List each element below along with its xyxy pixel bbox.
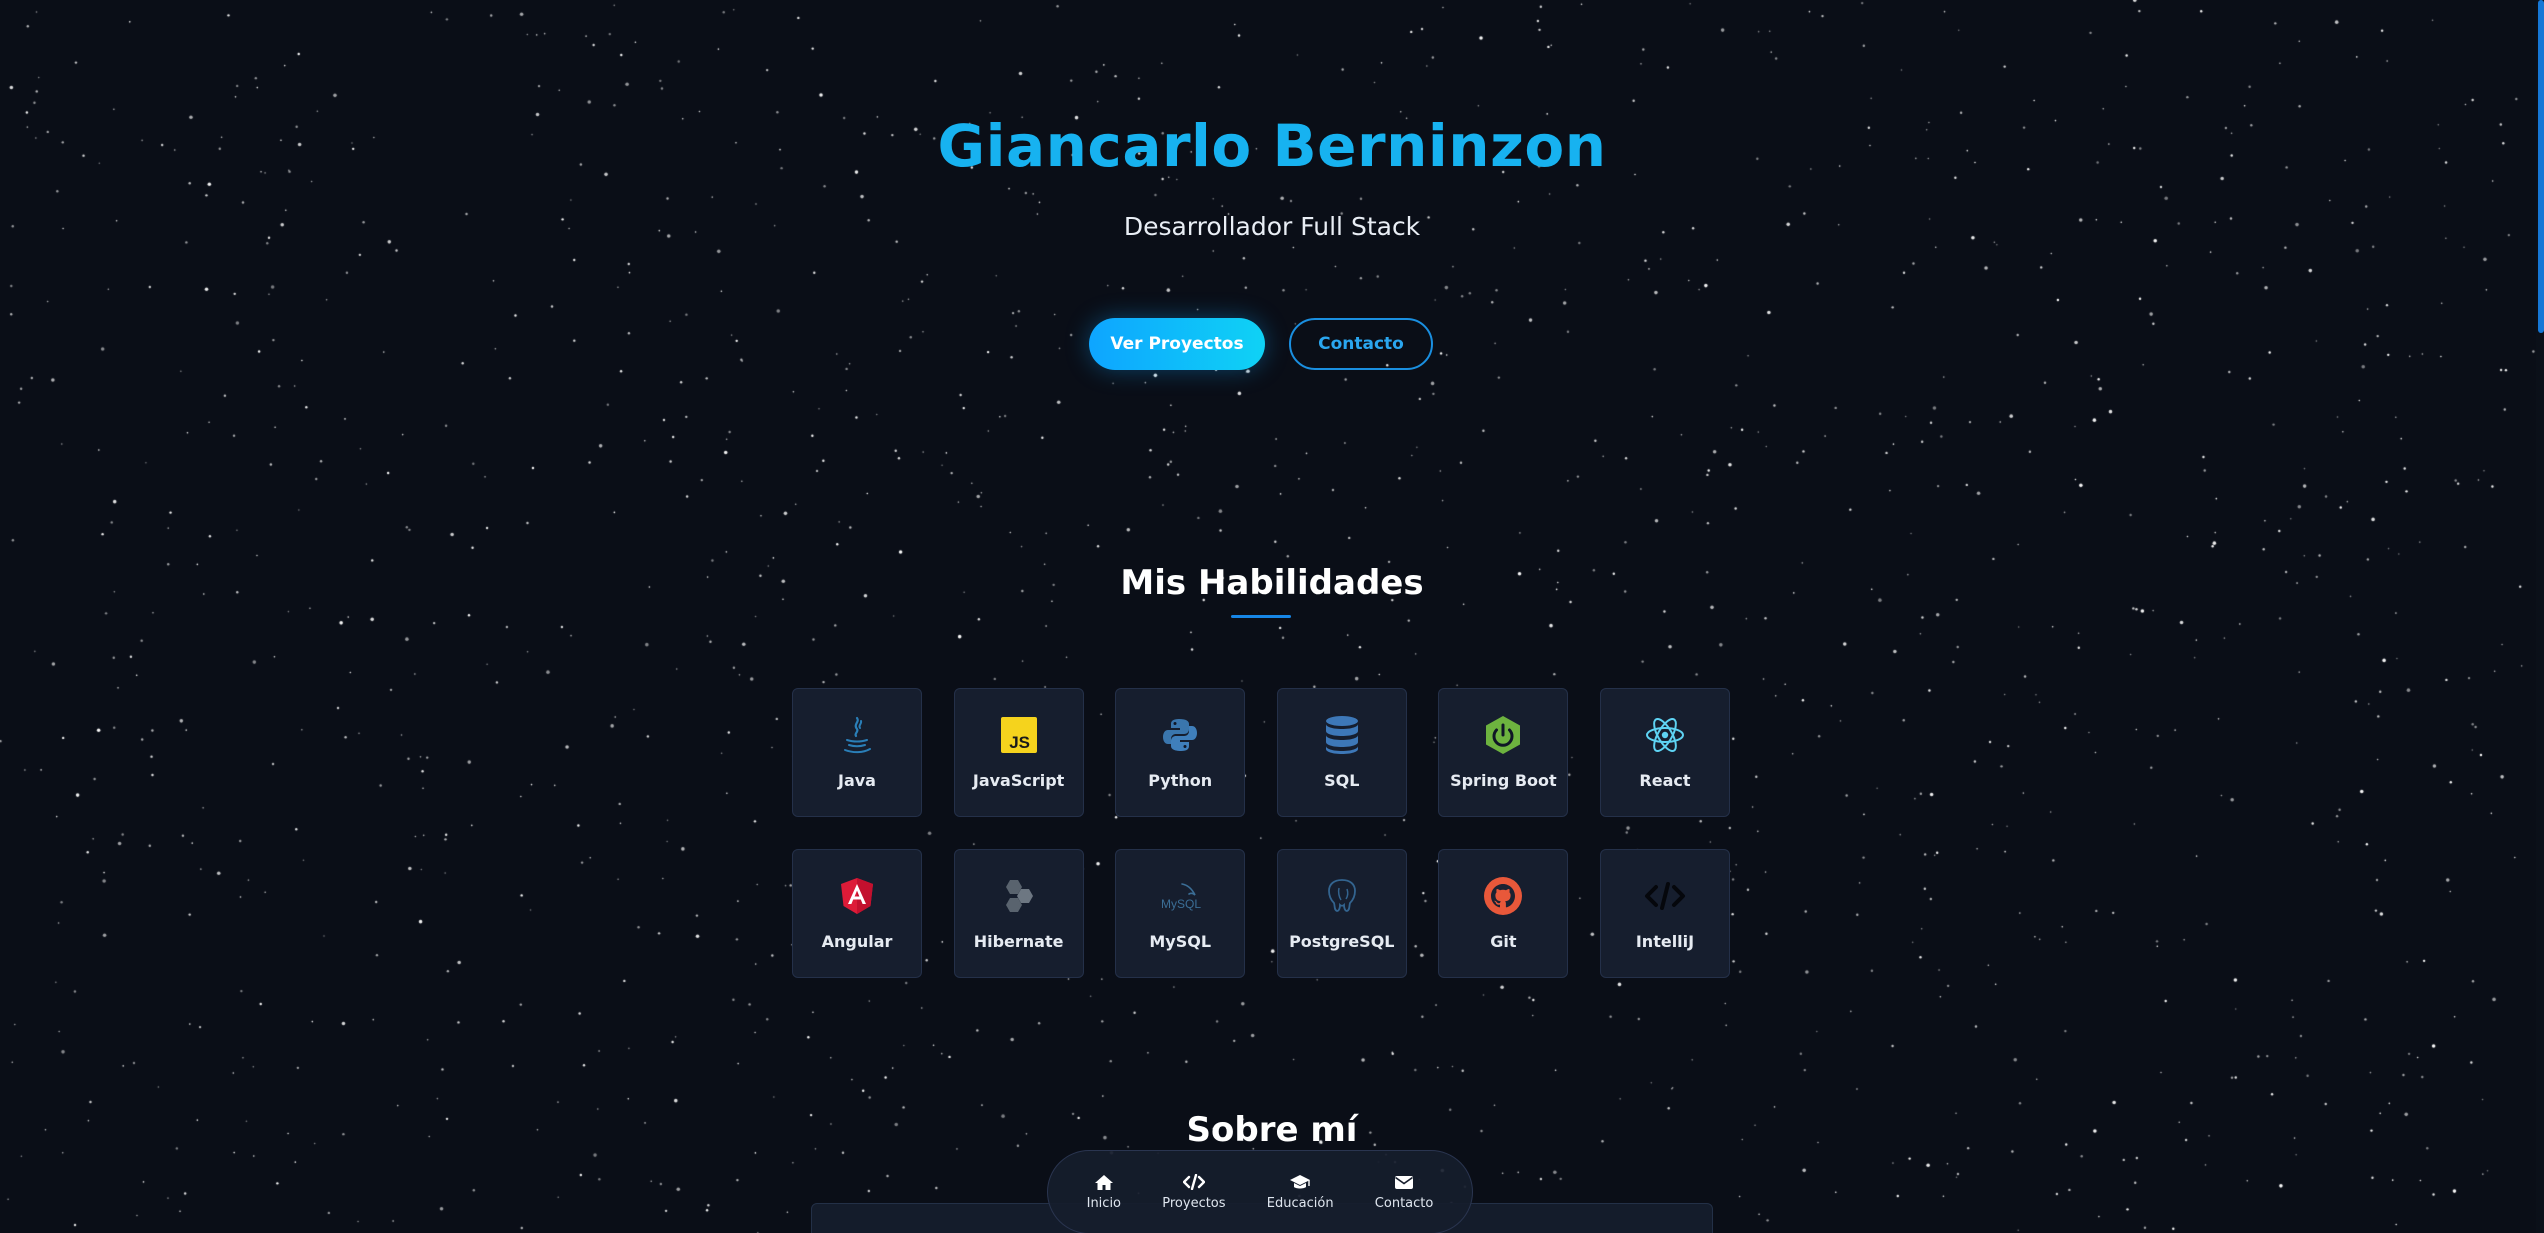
skill-card-java[interactable]: Java [792,688,922,817]
svg-text:JS: JS [1009,733,1030,752]
skill-card-intellij[interactable]: IntelliJ [1599,849,1730,978]
hero-name: Giancarlo Berninzon [937,112,1607,180]
bottom-navigation: Inicio Proyectos Educación Contacto [1047,1150,1473,1233]
skill-label: Python [1148,771,1213,790]
angular-icon [835,874,879,918]
skill-card-angular[interactable]: Angular [792,849,922,978]
scrollbar-track[interactable] [2536,0,2544,1233]
skill-card-hibernate[interactable]: Hibernate [953,849,1084,978]
react-icon [1643,713,1687,757]
nav-label: Inicio [1086,1196,1122,1211]
skill-card-postgresql[interactable]: PostgreSQL [1276,849,1407,978]
view-projects-button[interactable]: Ver Proyectos [1089,318,1265,370]
skill-label: Git [1490,932,1517,951]
nav-label: Contacto [1374,1196,1434,1211]
nav-item-contacto[interactable]: Contacto [1374,1173,1434,1211]
javascript-icon: JS [997,713,1041,757]
skill-card-react[interactable]: React [1599,688,1730,817]
skills-title: Mis Habilidades [1120,563,1424,603]
scrollbar-thumb[interactable] [2538,0,2544,333]
java-icon [835,713,879,757]
skill-label: SQL [1324,771,1360,790]
skills-title-underline [1231,615,1291,618]
skill-label: Spring Boot [1450,771,1557,790]
skill-label: React [1639,771,1691,790]
graduation-cap-icon [1289,1173,1311,1191]
skill-label: JavaScript [972,771,1065,790]
about-title: Sobre mí [1186,1110,1358,1150]
contact-button[interactable]: Contacto [1289,318,1433,370]
github-icon [1481,874,1525,918]
skill-card-spring-boot[interactable]: Spring Boot [1438,688,1569,817]
nav-item-inicio[interactable]: Inicio [1087,1173,1121,1211]
skill-card-sql[interactable]: SQL [1276,688,1407,817]
skill-label: Hibernate [973,932,1064,951]
python-icon [1158,713,1202,757]
envelope-icon [1393,1173,1415,1191]
database-icon [1320,713,1364,757]
skill-label: PostgreSQL [1289,932,1395,951]
skill-label: Java [838,771,876,790]
code-icon [1182,1173,1205,1191]
nav-label: Educación [1266,1196,1334,1211]
svg-text:MySQL: MySQL [1161,897,1201,911]
mysql-icon: MySQL [1158,874,1202,918]
skill-card-git[interactable]: Git [1438,849,1569,978]
hibernate-icon [997,874,1041,918]
spring-boot-icon [1481,713,1525,757]
nav-item-proyectos[interactable]: Proyectos [1162,1173,1226,1211]
portfolio-page: Giancarlo Berninzon Desarrollador Full S… [0,0,2544,1233]
skills-grid: Java JS JavaScript Python SQL Spring Boo… [792,688,1730,978]
skill-card-python[interactable]: Python [1115,688,1246,817]
skill-label: IntelliJ [1635,932,1695,951]
hero-role: Desarrollador Full Stack [1123,212,1421,241]
skill-card-mysql[interactable]: MySQL MySQL [1115,849,1246,978]
skill-card-javascript[interactable]: JS JavaScript [953,688,1084,817]
skill-label: MySQL [1149,932,1212,951]
nav-label: Proyectos [1162,1196,1226,1211]
skill-label: Angular [821,932,893,951]
postgresql-icon [1320,874,1364,918]
code-icon [1643,874,1687,918]
home-icon [1093,1173,1115,1191]
nav-item-educacion[interactable]: Educación [1267,1173,1334,1211]
